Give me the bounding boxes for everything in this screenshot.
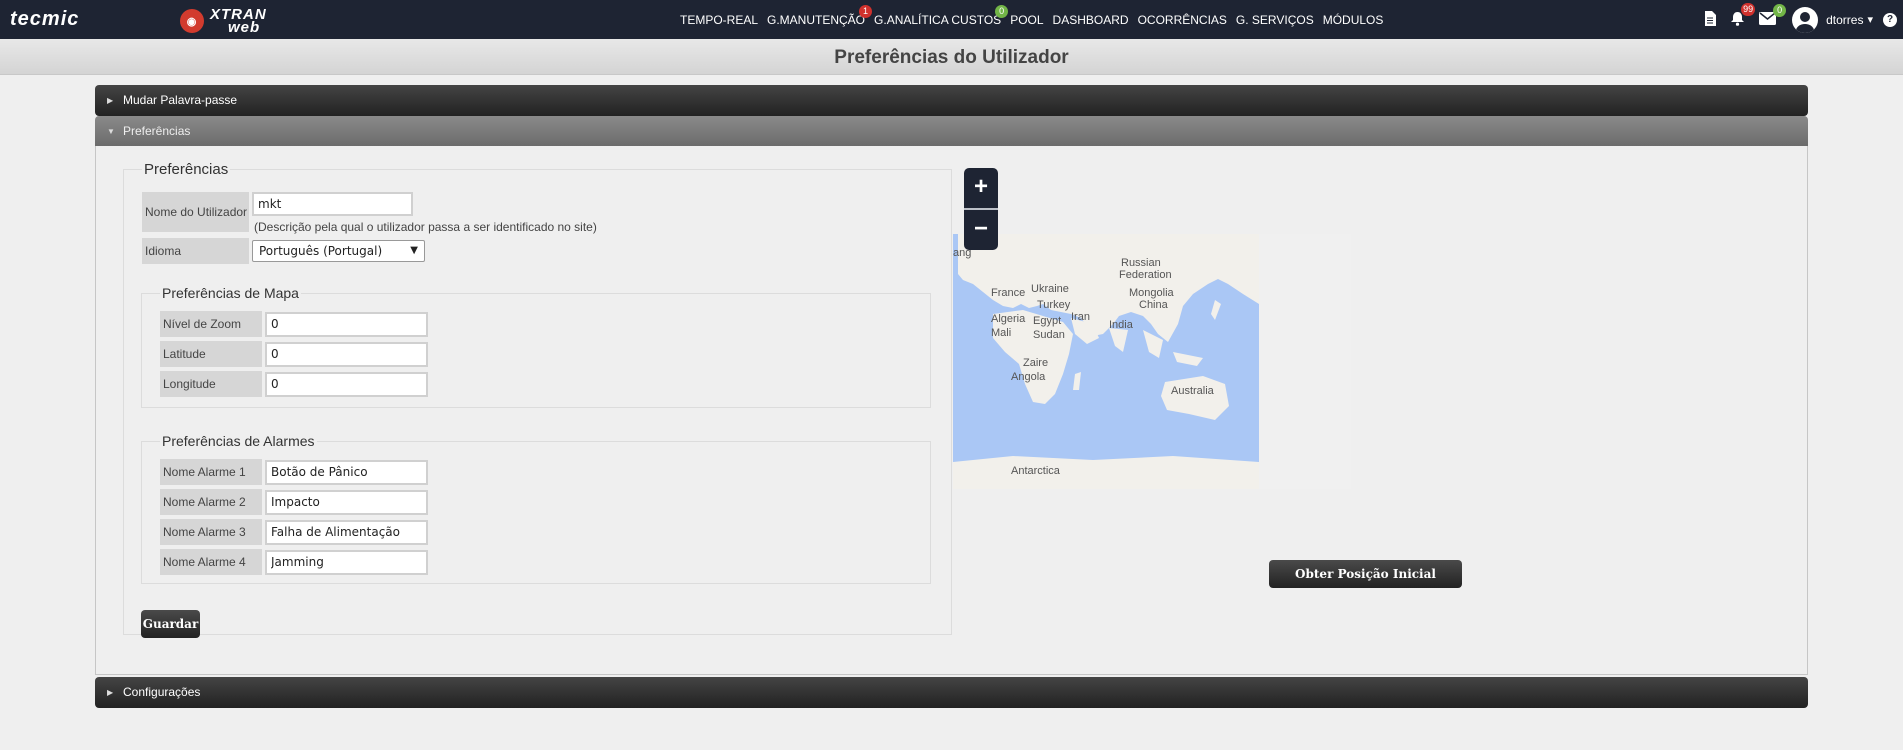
save-button[interactable]: Guardar (141, 610, 200, 638)
zoom-in-button[interactable]: + (964, 168, 998, 206)
language-select[interactable]: Português (Portugal) ▼ (252, 240, 425, 262)
notification-badge: 0 (1773, 3, 1787, 17)
zoom-level-input[interactable] (265, 311, 428, 337)
svg-text:Angola: Angola (1011, 371, 1046, 383)
svg-text:Mongolia: Mongolia (1129, 287, 1175, 299)
chevron-down-icon[interactable]: ▾ (1867, 13, 1873, 26)
user-avatar[interactable] (1792, 6, 1819, 33)
svg-text:Mali: Mali (991, 327, 1011, 339)
alarm-3-label: Nome Alarme 3 (160, 519, 262, 545)
mail-icon[interactable]: 0 (1759, 3, 1787, 28)
alarm-preferences-legend: Preferências de Alarmes (162, 433, 315, 449)
nav-g-manutencao[interactable]: G.MANUTENÇÃO 1 (767, 4, 873, 27)
world-map[interactable]: ang Russian Federation Ukraine France Mo… (953, 234, 1351, 489)
accordion-change-password[interactable]: ▶ Mudar Palavra-passe (95, 85, 1808, 116)
chevron-down-icon: ▼ (410, 245, 418, 256)
map-zoom-control: + − (964, 168, 998, 250)
alarm-2-input[interactable] (265, 489, 428, 515)
preferences-panel: Preferências Nome do Utilizador (Descriç… (95, 146, 1808, 675)
svg-text:Iran: Iran (1071, 311, 1090, 323)
alarm-preferences-fieldset: Preferências de Alarmes Nome Alarme 1 No… (141, 433, 931, 584)
caret-down-icon: ▼ (107, 127, 115, 136)
page-title: Preferências do Utilizador (0, 39, 1903, 75)
alarm-4-label: Nome Alarme 4 (160, 549, 262, 575)
longitude-label: Longitude (160, 371, 262, 397)
alarm-2-label: Nome Alarme 2 (160, 489, 262, 515)
preferences-legend: Preferências (144, 161, 229, 178)
zoom-out-button[interactable]: − (964, 210, 998, 248)
svg-text:Zaire: Zaire (1023, 357, 1048, 369)
username-label[interactable]: dtorres (1826, 13, 1863, 27)
map-preferences-fieldset: Preferências de Mapa Nível de Zoom Latit… (141, 285, 931, 408)
nav-pool[interactable]: POOL (1010, 13, 1043, 27)
alarm-3-input[interactable] (265, 519, 428, 545)
caret-right-icon: ▶ (107, 688, 114, 697)
xtran-logo-icon: ◉ (180, 9, 204, 33)
notification-badge: 1 (859, 4, 873, 18)
accordion-configurations[interactable]: ▶ Configurações (95, 677, 1808, 708)
svg-text:Federation: Federation (1119, 269, 1172, 281)
tecmic-logo[interactable]: tecmic (10, 8, 79, 31)
svg-text:Sudan: Sudan (1033, 329, 1065, 341)
xtran-web-logo[interactable]: ◉ XTRAN web (180, 7, 267, 35)
top-navbar: tecmic ◉ XTRAN web TEMPO-REAL G.MANUTENÇ… (0, 0, 1903, 39)
svg-text:France: France (991, 287, 1025, 299)
main-nav: TEMPO-REAL G.MANUTENÇÃO 1 G.ANALÍTICA CUS… (680, 0, 1392, 39)
nav-dashboard[interactable]: DASHBOARD (1053, 13, 1129, 27)
notification-badge: 0 (995, 4, 1009, 18)
accordion-preferences[interactable]: ▼ Preferências (95, 116, 1808, 147)
caret-right-icon: ▶ (107, 96, 114, 105)
document-icon[interactable] (1704, 10, 1717, 29)
nav-modulos[interactable]: MÓDULOS (1323, 13, 1384, 27)
svg-text:Australia: Australia (1171, 385, 1215, 397)
nav-ocorrencias[interactable]: OCORRÊNCIAS (1138, 13, 1227, 27)
svg-text:Turkey: Turkey (1037, 299, 1071, 311)
username-input[interactable] (252, 192, 413, 216)
username-hint: (Descrição pela qual o utilizador passa … (254, 220, 597, 234)
preferences-fieldset: Preferências Nome do Utilizador (Descriç… (123, 161, 952, 638)
svg-text:Antarctica: Antarctica (1011, 465, 1061, 477)
svg-text:India: India (1109, 319, 1134, 331)
zoom-level-label: Nível de Zoom (160, 311, 262, 337)
user-area: 99 0 dtorres ▾ ? (1690, 0, 1903, 39)
alarm-1-input[interactable] (265, 459, 428, 485)
help-icon[interactable]: ? (1883, 12, 1897, 27)
longitude-input[interactable] (265, 371, 428, 397)
alarm-4-input[interactable] (265, 549, 428, 575)
nav-g-servicos[interactable]: G. SERVIÇOS (1236, 13, 1314, 27)
svg-text:Algeria: Algeria (991, 313, 1026, 325)
latitude-label: Latitude (160, 341, 262, 367)
svg-text:Ukraine: Ukraine (1031, 283, 1069, 295)
alarm-1-label: Nome Alarme 1 (160, 459, 262, 485)
latitude-input[interactable] (265, 341, 428, 367)
svg-text:Egypt: Egypt (1033, 315, 1061, 327)
nav-tempo-real[interactable]: TEMPO-REAL (680, 13, 758, 27)
language-label: Idioma (142, 238, 249, 264)
nav-g-analitica-custos[interactable]: G.ANALÍTICA CUSTOS 0 (874, 4, 1009, 27)
svg-text:China: China (1139, 299, 1169, 311)
map-preferences-legend: Preferências de Mapa (162, 285, 299, 301)
notification-badge: 99 (1741, 2, 1756, 16)
username-label: Nome do Utilizador (142, 192, 249, 232)
bell-icon[interactable]: 99 (1730, 2, 1756, 29)
svg-text:Russian: Russian (1121, 257, 1161, 269)
get-initial-position-button[interactable]: Obter Posição Inicial (1269, 560, 1462, 588)
